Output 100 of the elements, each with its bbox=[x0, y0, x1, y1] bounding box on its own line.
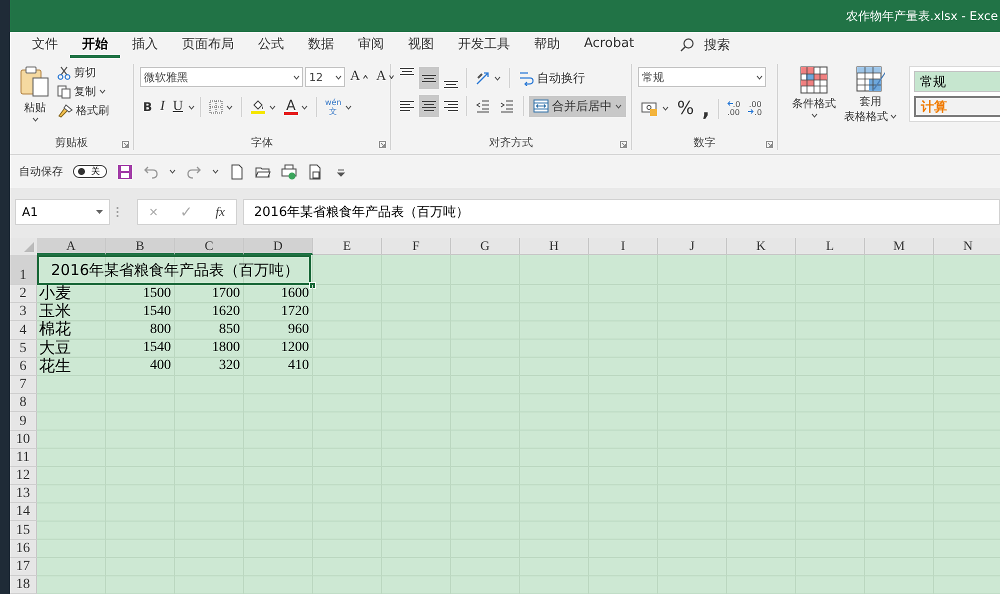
font-name-dropdown[interactable]: 微软雅黑 bbox=[140, 67, 303, 87]
column-header[interactable]: B bbox=[106, 238, 175, 255]
undo-icon[interactable] bbox=[143, 164, 159, 180]
ribbon-tab[interactable]: Acrobat bbox=[572, 32, 646, 58]
ribbon-tab[interactable]: 开始 bbox=[70, 32, 120, 58]
fill-handle[interactable] bbox=[309, 282, 316, 289]
bold-button[interactable]: B bbox=[140, 99, 156, 115]
row-header[interactable]: 17 bbox=[10, 558, 37, 576]
column-header[interactable]: H bbox=[520, 238, 589, 255]
table-cell: 1200 bbox=[244, 340, 313, 358]
table-title-cell: 2016年某省粮食年产品表（百万吨） bbox=[37, 255, 311, 285]
row-header[interactable]: 6 bbox=[10, 358, 37, 376]
font-size-dropdown[interactable]: 12 bbox=[305, 67, 345, 87]
ribbon-tab[interactable]: 帮助 bbox=[522, 32, 572, 58]
row-header[interactable]: 13 bbox=[10, 485, 37, 504]
cell-style-swatch[interactable]: 常规 bbox=[914, 71, 1000, 92]
ribbon-tab[interactable]: 公式 bbox=[246, 32, 296, 58]
comma-button[interactable]: , bbox=[699, 100, 713, 116]
dialog-launcher-icon[interactable] bbox=[379, 141, 386, 148]
row-header[interactable]: 8 bbox=[10, 394, 37, 412]
copy-button[interactable]: 复制 bbox=[54, 83, 112, 100]
align-left-icon bbox=[400, 101, 414, 111]
row-header[interactable]: 1 bbox=[10, 255, 37, 285]
align-middle-icon bbox=[422, 74, 436, 82]
column-header[interactable]: J bbox=[658, 238, 727, 255]
row-header[interactable]: 2 bbox=[10, 285, 37, 304]
ribbon-tab[interactable]: 视图 bbox=[396, 32, 446, 58]
column-header[interactable]: G bbox=[451, 238, 520, 255]
grow-font-button[interactable]: A bbox=[347, 68, 372, 86]
group-label: 对齐方式 bbox=[489, 134, 533, 150]
merge-center-button[interactable]: 合并后居中 bbox=[529, 96, 626, 116]
highlighted-grid-icon bbox=[800, 66, 828, 94]
redo-icon[interactable] bbox=[186, 164, 202, 180]
increase-decimal-button[interactable]: .0 .00 bbox=[724, 100, 744, 118]
percent-button[interactable]: % bbox=[674, 97, 698, 120]
format-painter-button[interactable]: 格式刷 bbox=[54, 102, 112, 119]
italic-button[interactable]: I bbox=[157, 98, 168, 116]
font-color-button[interactable]: A bbox=[280, 98, 311, 116]
row-header[interactable]: 3 bbox=[10, 303, 37, 322]
ribbon-tab[interactable]: 文件 bbox=[20, 32, 70, 58]
border-grid-icon bbox=[208, 100, 223, 114]
clipboard-icon bbox=[20, 66, 50, 98]
column-header[interactable]: E bbox=[313, 238, 382, 255]
dialog-launcher-icon[interactable] bbox=[620, 141, 627, 148]
ribbon-tab[interactable]: 页面布局 bbox=[170, 32, 246, 58]
insert-function-button[interactable]: fx bbox=[215, 204, 225, 220]
printer-icon[interactable] bbox=[281, 164, 297, 180]
column-header[interactable]: C bbox=[175, 238, 244, 255]
ribbon-tab[interactable]: 插入 bbox=[120, 32, 170, 58]
format-as-table-button[interactable]: 套用 表格格式 bbox=[840, 64, 901, 150]
search-button[interactable]: 搜索 bbox=[674, 32, 736, 58]
paste-button[interactable]: 粘贴 bbox=[16, 64, 54, 134]
autosave-label: 自动保存 bbox=[19, 164, 63, 179]
wrap-text-button[interactable]: 自动换行 bbox=[515, 68, 588, 88]
dialog-launcher-icon[interactable] bbox=[766, 141, 773, 148]
copy-icon bbox=[57, 84, 71, 98]
ribbon-tab[interactable]: 开发工具 bbox=[446, 32, 522, 58]
row-header[interactable]: 5 bbox=[10, 340, 37, 358]
alignment-button[interactable] bbox=[419, 95, 439, 117]
column-header[interactable]: K bbox=[727, 238, 796, 255]
save-icon[interactable] bbox=[117, 164, 133, 180]
caret-icon bbox=[188, 104, 195, 110]
underline-button[interactable]: U bbox=[170, 98, 186, 116]
document-preview-icon[interactable] bbox=[307, 164, 323, 180]
row-header[interactable]: 10 bbox=[10, 430, 37, 449]
column-header[interactable]: L bbox=[796, 238, 865, 255]
arrow-icon bbox=[726, 100, 733, 106]
window-title: 农作物年产量表.xlsx - Exce bbox=[846, 8, 998, 24]
cut-button[interactable]: 剪切 bbox=[54, 64, 112, 81]
row-header[interactable]: 15 bbox=[10, 521, 37, 540]
column-header[interactable]: A bbox=[37, 238, 106, 255]
autosave-toggle[interactable]: 关 bbox=[73, 165, 107, 178]
row-header[interactable]: 16 bbox=[10, 540, 37, 558]
dots-icon bbox=[116, 206, 119, 218]
ribbon-tab[interactable]: 审阅 bbox=[346, 32, 396, 58]
number-format-dropdown[interactable]: 常规 bbox=[638, 67, 766, 87]
table-cell: 1540 bbox=[106, 303, 175, 322]
formula-field[interactable]: 2016年某省粮食年产品表（百万吨） bbox=[243, 199, 1000, 225]
row-header[interactable]: 14 bbox=[10, 503, 37, 522]
ribbon-tab[interactable]: 数据 bbox=[296, 32, 346, 58]
row-header[interactable]: 18 bbox=[10, 576, 37, 594]
decrease-decimal-button[interactable]: .00 .0 bbox=[745, 100, 765, 118]
column-header[interactable]: N bbox=[934, 238, 1000, 255]
row-header[interactable]: 4 bbox=[10, 321, 37, 340]
alignment-button[interactable] bbox=[419, 67, 439, 89]
new-document-icon[interactable] bbox=[229, 164, 245, 180]
shrink-font-button[interactable]: A bbox=[373, 68, 398, 86]
column-header[interactable]: I bbox=[589, 238, 658, 255]
conditional-formatting-button[interactable]: 条件格式 bbox=[788, 64, 840, 150]
row-header[interactable]: 9 bbox=[10, 412, 37, 430]
row-header[interactable]: 7 bbox=[10, 376, 37, 394]
row-header[interactable]: 12 bbox=[10, 466, 37, 486]
dialog-launcher-icon[interactable] bbox=[122, 141, 129, 148]
row-header[interactable]: 11 bbox=[10, 448, 37, 467]
column-header[interactable]: F bbox=[382, 238, 451, 255]
phonetic-guide-button[interactable]: wén 文 bbox=[322, 97, 354, 117]
column-header[interactable]: D bbox=[244, 238, 313, 255]
column-header[interactable]: M bbox=[865, 238, 934, 255]
name-box[interactable]: A1 bbox=[15, 199, 110, 225]
table-cell: 1720 bbox=[244, 303, 313, 322]
